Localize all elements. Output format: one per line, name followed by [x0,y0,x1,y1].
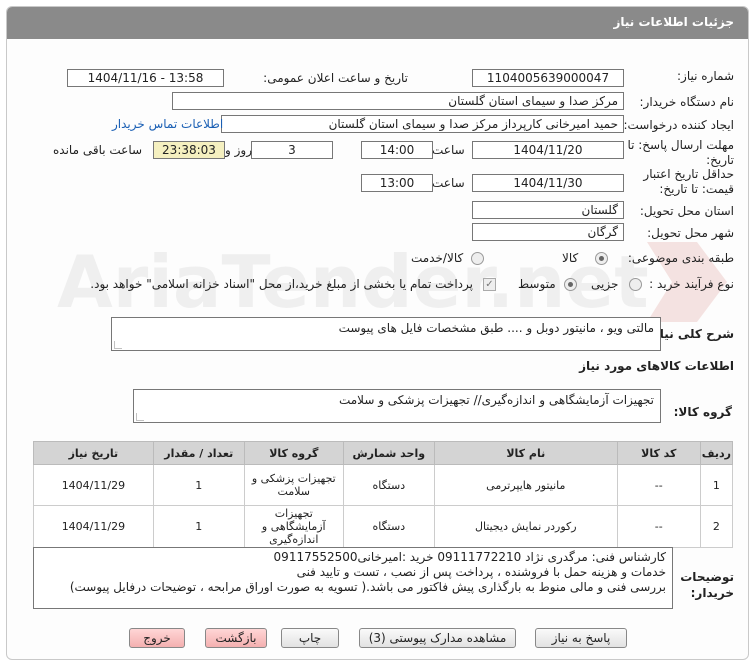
buyer-note-line: کارشناس فنی: مرگدری نژاد 09111772210 خری… [273,550,666,564]
announce-label: تاریخ و ساعت اعلان عمومی: [263,71,408,85]
creator-label: ایجاد کننده درخواست: [623,118,734,132]
cell-unit: دستگاه [342,505,435,548]
need-number-field: 1104005639000047 [472,69,624,87]
col-qty: تعداد / مقدار [152,441,245,465]
description-text: مالتی ویو ، مانیتور دوبل و .... طبق مشخص… [338,321,654,335]
category-label: طبقه بندی موضوعی: [627,251,734,265]
cell-group: تجهیزات آزمایشگاهی و اندازه‌گیری [243,505,344,548]
reply-button[interactable]: پاسخ به نیاز [535,628,627,648]
col-unit: واحد شمارش [342,441,435,465]
col-code: کد کالا [616,441,701,465]
days-field: 3 [251,141,333,159]
cell-name: رکوردر نمایش دیجیتال [433,505,618,548]
buyer-note-line: بررسی فنی و مالی منوط به بارگذاری پیش فا… [69,580,666,594]
cell-date: 1404/11/29 [33,464,154,506]
category-goods-service-radio[interactable] [471,252,484,265]
cell-qty: 1 [152,505,245,548]
buyer-notes-label: توضیحات خریدار: [680,570,734,600]
cell-group: تجهیزات پزشکی و سلامت [243,464,344,506]
remaining-time-field: 23:38:03 [153,141,225,159]
resize-grip-icon[interactable] [136,413,144,421]
need-number-label: شماره نیاز: [677,69,734,83]
col-group: گروه کالا [243,441,344,465]
goods-table: ردیف کد کالا نام کالا واحد شمارش گروه کا… [33,441,734,548]
announce-field: 1404/11/16 - 13:58 [67,69,224,87]
cell-date: 1404/11/29 [33,505,154,548]
goods-table-header: ردیف کد کالا نام کالا واحد شمارش گروه کا… [33,441,734,465]
panel-title: جزئیات اطلاعات نیاز [613,15,734,29]
city-field: گرگان [472,223,624,241]
buyer-org-field: مرکز صدا و سیمای استان گلستان [172,92,624,110]
back-button[interactable]: بازگشت [205,628,267,648]
contact-buyer-link[interactable]: اطلاعات تماس خریدار [112,117,223,131]
goods-group-label: گروه کالا: [673,405,732,419]
category-goods-service-label: کالا/خدمت [411,251,464,265]
cell-code: -- [616,505,701,548]
process-medium-label: متوسط [518,277,556,291]
city-label: شهر محل تحویل: [647,226,734,240]
validity-time-field: 13:00 [361,174,433,192]
deadline-date-field: 1404/11/20 [472,141,624,159]
cell-index: 1 [699,464,734,506]
process-minor-radio[interactable] [629,278,642,291]
deadline-time-label: ساعت [432,143,465,157]
deadline-label: مهلت ارسال پاسخ: تا تاریخ: [627,138,734,167]
buyer-org-label: نام دستگاه خریدار: [639,95,735,109]
exit-button[interactable]: خروج [129,628,185,648]
days-label: روز و [225,143,252,157]
details-panel: جزئیات اطلاعات نیاز AriaTender.net شماره… [6,6,749,660]
buyer-note-line: خدمات و هزینه حمل با فروشنده ، پرداخت پس… [296,565,666,579]
attachments-button[interactable]: مشاهده مدارک پیوستی (3) [359,628,516,648]
remaining-label: ساعت باقی مانده [53,143,143,157]
description-textarea[interactable]: مالتی ویو ، مانیتور دوبل و .... طبق مشخص… [111,317,661,351]
deadline-time-field: 14:00 [361,141,433,159]
cell-qty: 1 [152,464,245,506]
goods-group-textarea[interactable]: تجهیزات آزمایشگاهی و اندازه‌گیری// تجهیز… [133,389,661,423]
buyer-notes-box: کارشناس فنی: مرگدری نژاد 09111772210 خری… [33,547,673,609]
col-date: تاریخ نیاز [33,441,154,465]
cell-code: -- [616,464,701,506]
creator-field: حمید امیرخانی کارپرداز مرکز صدا و سیمای … [221,115,624,133]
panel-titlebar: جزئیات اطلاعات نیاز [7,7,748,39]
print-button[interactable]: چاپ [281,628,339,648]
cell-index: 2 [699,505,734,548]
table-row: 2 -- رکوردر نمایش دیجیتال دستگاه تجهیزات… [33,505,734,548]
cell-name: مانیتور هایپرترمی [433,464,618,506]
col-index: ردیف [699,441,734,465]
process-minor-label: جزیی [591,277,619,291]
province-field: گلستان [472,201,624,219]
resize-grip-icon[interactable] [114,341,122,349]
validity-date-field: 1404/11/30 [472,174,624,192]
validity-label: حداقل تاریخ اعتبار قیمت: تا تاریخ: [643,167,734,196]
goods-group-text: تجهیزات آزمایشگاهی و اندازه‌گیری// تجهیز… [338,393,654,407]
treasury-checkbox[interactable]: ✓ [483,278,496,291]
province-label: استان محل تحویل: [639,204,734,218]
category-goods-radio[interactable] [595,252,608,265]
table-row: 1 -- مانیتور هایپرترمی دستگاه تجهیزات پز… [33,464,734,506]
cell-unit: دستگاه [342,464,435,506]
validity-time-label: ساعت [432,176,465,190]
process-label: نوع فرآیند خرید : [649,277,734,291]
payment-note: پرداخت تمام یا بخشی از مبلغ خرید،از محل … [90,277,473,291]
goods-heading: اطلاعات کالاهای مورد نیاز [579,359,734,373]
category-goods-label: کالا [562,251,579,265]
col-name: نام کالا [433,441,618,465]
process-medium-radio[interactable] [564,278,577,291]
